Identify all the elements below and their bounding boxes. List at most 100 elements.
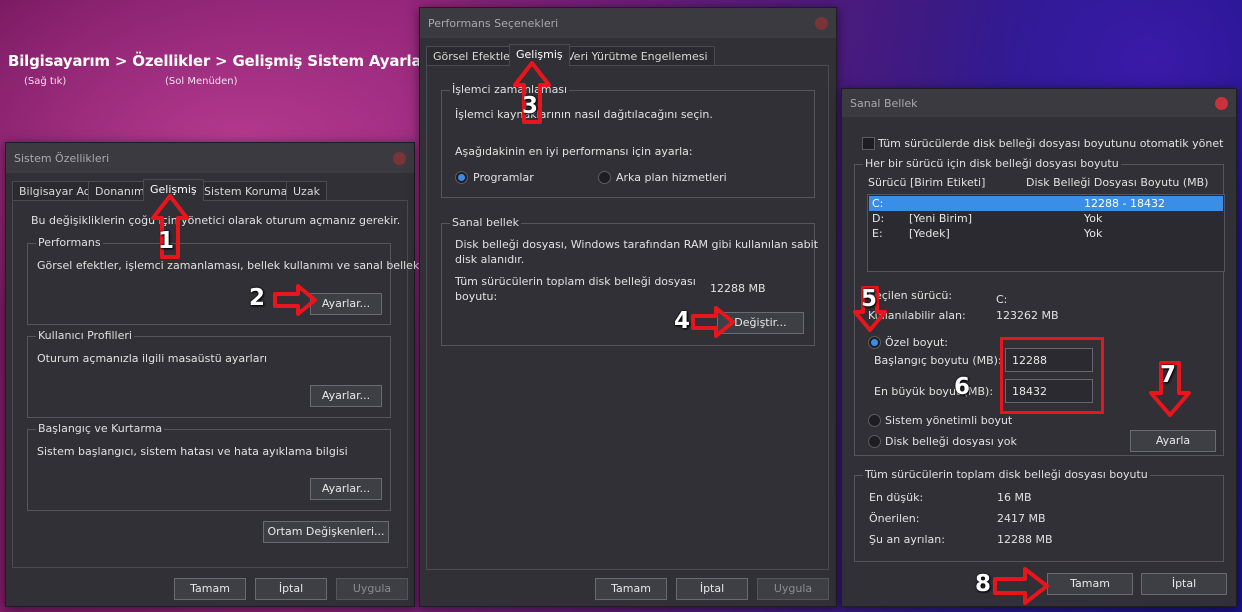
tab-visual-effects[interactable]: Görsel Efektler <box>426 46 522 66</box>
performance-label: Performans <box>36 236 103 249</box>
per-drive-label: Her bir sürücü için disk belleği dosyası… <box>863 157 1121 170</box>
step-5-number: 5 <box>861 286 878 312</box>
user-profiles-desc: Oturum açmanızla ilgili masaüstü ayarlar… <box>37 352 268 365</box>
advanced-tab-panel: İşlemci zamanlaması İşlemci kaynaklarını… <box>426 65 829 570</box>
drive-label: [Yeni Birim] <box>909 212 973 225</box>
set-button[interactable]: Ayarla <box>1130 430 1216 452</box>
no-paging-file-label: Disk belleği dosyası yok <box>885 435 1017 448</box>
background-services-radio[interactable] <box>598 171 611 184</box>
virtual-memory-label: Sanal bellek <box>450 216 521 229</box>
no-paging-file-radio[interactable] <box>868 435 881 448</box>
performance-desc: Görsel efektler, işlemci zamanlaması, be… <box>37 259 420 272</box>
startup-recovery-label: Başlangıç ve Kurtarma <box>36 422 165 435</box>
tab-dep[interactable]: Veri Yürütme Engellemesi <box>560 46 715 66</box>
close-icon[interactable] <box>1215 97 1228 110</box>
minimum-value: 16 MB <box>997 491 1032 504</box>
user-profiles-label: Kullanıcı Profilleri <box>36 329 134 342</box>
window-title: Performans Seçenekleri <box>428 17 559 30</box>
left-menu-note: (Sol Menüden) <box>165 76 238 87</box>
admin-note: Bu değişikliklerin çoğu için yönetici ol… <box>31 214 401 227</box>
drive-letter: D: <box>872 212 885 225</box>
user-profiles-group: Kullanıcı Profilleri Oturum açmanızla il… <box>27 329 391 418</box>
step-2-number: 2 <box>249 285 266 311</box>
drive-label: [Yedek] <box>909 227 950 240</box>
step-8-right-arrow <box>993 567 1049 605</box>
right-click-note: (Sağ tık) <box>24 76 67 87</box>
total-paging-group: Tüm sürücülerin toplam disk belleği dosy… <box>854 468 1224 562</box>
system-properties-window: Sistem Özellikleri Bilgisayar Adı Donanı… <box>5 142 419 607</box>
apply-button[interactable]: Uygula <box>336 578 408 600</box>
initial-size-label: Başlangıç boyutu (MB): <box>874 354 1002 367</box>
step-8-number: 8 <box>975 571 992 597</box>
startup-recovery-settings-button[interactable]: Ayarlar... <box>310 478 382 500</box>
tab-remote[interactable]: Uzak <box>286 181 327 201</box>
window-title: Sistem Özellikleri <box>14 152 110 165</box>
performance-prompt: Aşağıdakinin en iyi performansı için aya… <box>455 145 693 158</box>
available-space-value: 123262 MB <box>996 309 1059 322</box>
performance-group: Performans Görsel efektler, işlemci zama… <box>27 236 419 325</box>
system-properties-titlebar[interactable]: Sistem Özellikleri <box>6 143 414 173</box>
minimum-label: En düşük: <box>869 491 924 504</box>
auto-manage-checkbox[interactable] <box>862 137 875 150</box>
virtual-memory-titlebar[interactable]: Sanal Bellek <box>842 89 1236 117</box>
step-6-number: 6 <box>954 374 971 400</box>
drive-letter: E: <box>872 227 883 240</box>
step-4-right-arrow <box>691 306 735 338</box>
background-services-label: Arka plan hizmetleri <box>616 171 727 184</box>
step-4-number: 4 <box>674 308 691 334</box>
currently-allocated-label: Şu an ayrılan: <box>869 533 945 546</box>
window-title: Sanal Bellek <box>850 97 918 110</box>
system-managed-label: Sistem yönetimli boyut <box>885 414 1013 427</box>
programs-label: Programlar <box>473 171 534 184</box>
close-icon[interactable] <box>393 152 406 165</box>
cancel-button[interactable]: İptal <box>676 578 748 600</box>
processor-scheduling-group: İşlemci zamanlaması İşlemci kaynaklarını… <box>441 83 815 198</box>
drive-row-e[interactable]: E: [Yedek] Yok <box>869 226 1223 241</box>
apply-button[interactable]: Uygula <box>757 578 829 600</box>
drive-row-d[interactable]: D: [Yeni Birim] Yok <box>869 211 1223 226</box>
total-paging-group-label: Tüm sürücülerin toplam disk belleği dosy… <box>863 468 1150 481</box>
total-paging-label-line1: Tüm sürücülerin toplam disk belleği dosy… <box>455 275 696 288</box>
max-size-label: En büyük boyut (MB): <box>874 385 994 398</box>
drive-list[interactable]: C: 12288 - 18432 D: [Yeni Birim] Yok E: … <box>867 194 1225 272</box>
drive-size: Yok <box>1084 212 1103 225</box>
navigation-path: Bilgisayarım > Özellikler > Gelişmiş Sis… <box>8 52 434 70</box>
performance-options-window: Performans Seçenekleri Görsel Efektler G… <box>419 7 837 607</box>
custom-size-radio[interactable] <box>868 336 881 349</box>
ok-button[interactable]: Tamam <box>1047 573 1133 595</box>
drive-size: Yok <box>1084 227 1103 240</box>
cancel-button[interactable]: İptal <box>1141 573 1227 595</box>
programs-radio[interactable] <box>455 171 468 184</box>
close-icon[interactable] <box>815 17 828 30</box>
auto-manage-label: Tüm sürücülerde disk belleği dosyası boy… <box>878 137 1224 150</box>
size-inputs-highlight <box>1000 337 1104 414</box>
drive-size: 12288 - 18432 <box>1084 197 1165 210</box>
step-1-number: 1 <box>158 228 175 254</box>
virtual-memory-desc-line1: Disk belleği dosyası, Windows tarafından… <box>455 238 819 251</box>
drive-letter: C: <box>872 197 884 210</box>
environment-variables-button[interactable]: Ortam Değişkenleri... <box>263 521 389 543</box>
system-managed-radio[interactable] <box>868 414 881 427</box>
virtual-memory-group: Sanal bellek Disk belleği dosyası, Windo… <box>441 216 819 346</box>
step-2-right-arrow <box>273 284 317 316</box>
user-profiles-settings-button[interactable]: Ayarlar... <box>310 385 382 407</box>
cancel-button[interactable]: İptal <box>255 578 327 600</box>
startup-recovery-group: Başlangıç ve Kurtarma Sistem başlangıcı,… <box>27 422 391 511</box>
ok-button[interactable]: Tamam <box>174 578 246 600</box>
column-paging-size: Disk Belleği Dosyası Boyutu (MB) <box>1026 176 1209 189</box>
performance-settings-button[interactable]: Ayarlar... <box>310 293 382 315</box>
selected-drive-value: C: <box>996 293 1008 306</box>
performance-options-titlebar[interactable]: Performans Seçenekleri <box>420 8 836 38</box>
step-7-number: 7 <box>1160 362 1177 388</box>
ok-button[interactable]: Tamam <box>595 578 667 600</box>
total-paging-value: 12288 MB <box>710 282 766 295</box>
custom-size-label: Özel boyut: <box>885 336 948 349</box>
advanced-tab-panel: Bu değişikliklerin çoğu için yönetici ol… <box>12 200 419 568</box>
drive-row-c[interactable]: C: 12288 - 18432 <box>869 196 1223 211</box>
currently-allocated-value: 12288 MB <box>997 533 1053 546</box>
column-drive: Sürücü [Birim Etiketi] <box>868 176 986 189</box>
startup-recovery-desc: Sistem başlangıcı, sistem hatası ve hata… <box>37 445 348 458</box>
virtual-memory-desc-line2: disk alanıdır. <box>455 253 525 266</box>
processor-scheduling-desc: İşlemci kaynaklarının nasıl dağıtılacağı… <box>455 108 713 121</box>
step-3-number: 3 <box>522 93 539 119</box>
